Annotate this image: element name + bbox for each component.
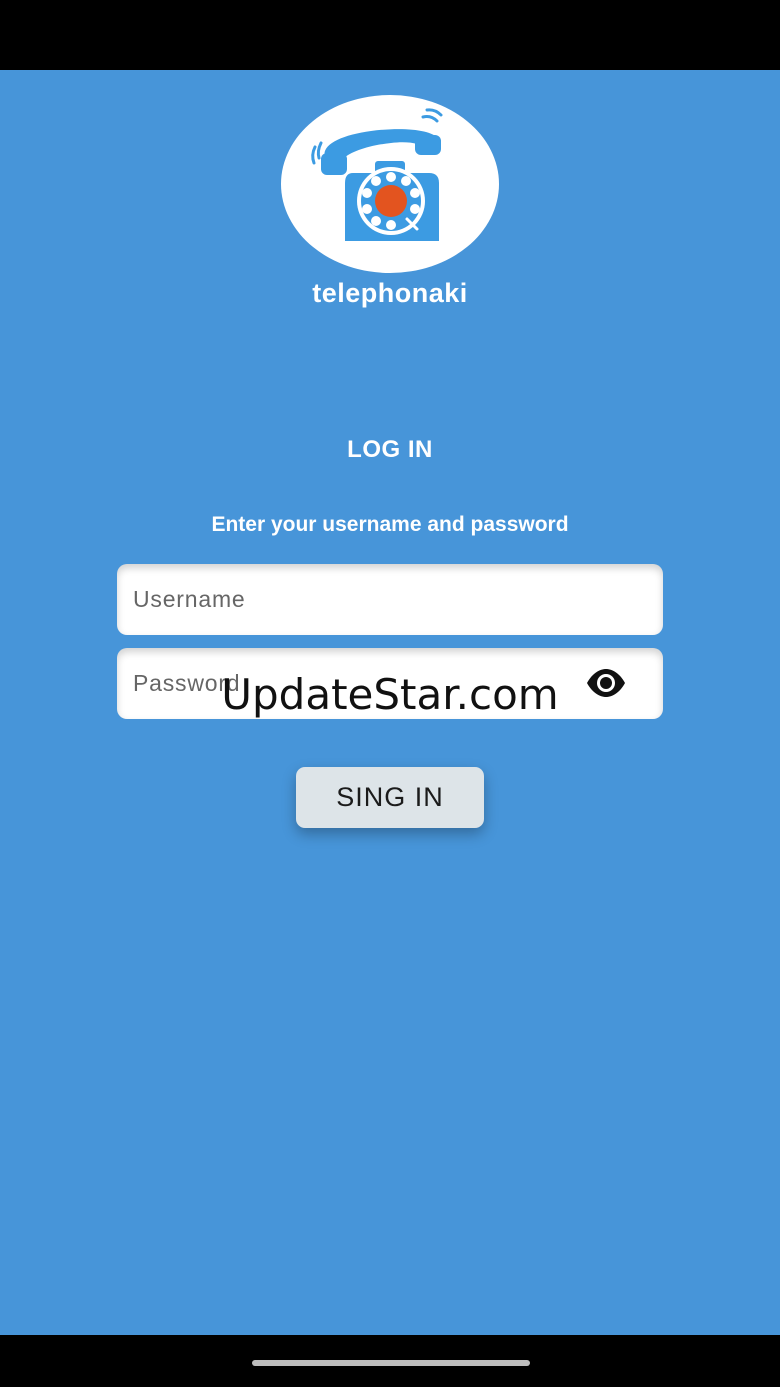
eye-icon <box>587 669 625 697</box>
username-input[interactable] <box>117 564 663 635</box>
password-field <box>117 648 663 719</box>
password-input[interactable] <box>117 648 663 719</box>
app-logo <box>281 95 499 273</box>
sign-in-button[interactable]: SING IN <box>296 767 484 828</box>
home-indicator[interactable] <box>252 1360 530 1366</box>
status-bar <box>0 0 780 70</box>
username-field <box>117 564 663 635</box>
rotary-telephone-icon <box>311 108 443 241</box>
app-name: telephonaki <box>312 278 468 308</box>
login-instructions: Enter your username and password <box>211 513 569 536</box>
page-title: LOG IN <box>347 436 433 463</box>
show-password-button[interactable] <box>585 667 627 699</box>
